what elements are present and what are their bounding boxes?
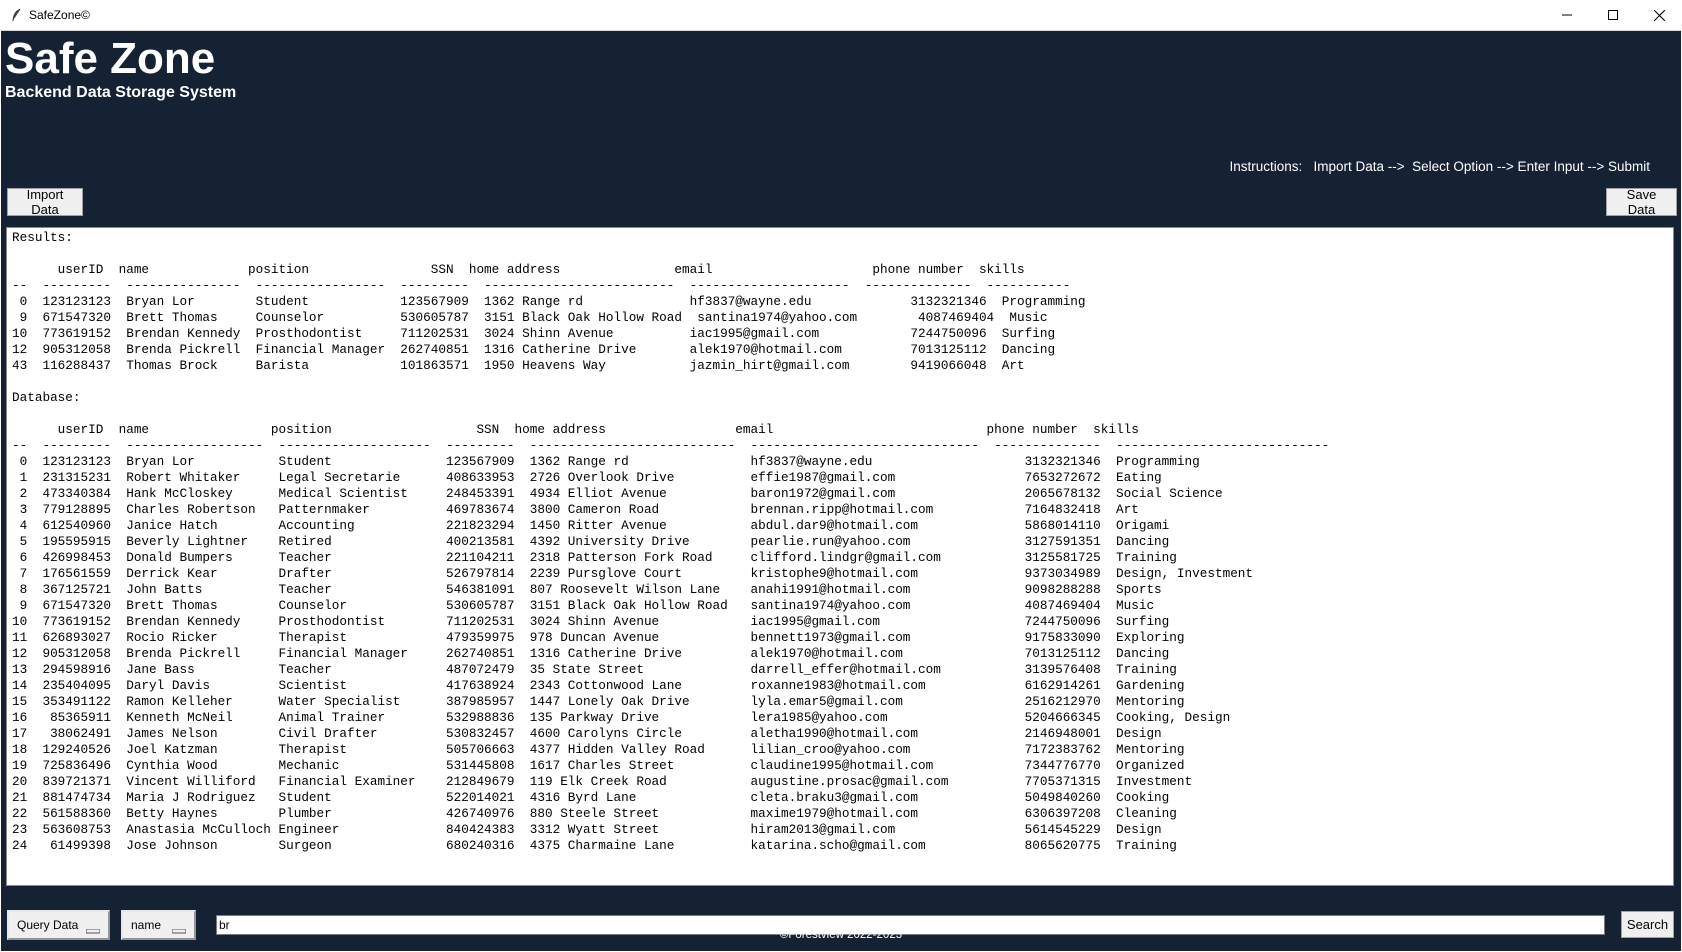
import-data-button[interactable]: Import Data bbox=[7, 187, 83, 217]
maximize-icon[interactable] bbox=[1590, 0, 1636, 30]
app-window: Safe Zone Backend Data Storage System In… bbox=[1, 31, 1681, 951]
close-icon[interactable] bbox=[1636, 0, 1682, 30]
feather-icon bbox=[11, 7, 25, 23]
app-title: Safe Zone bbox=[5, 34, 216, 83]
instructions-text: Instructions: Import Data --> Select Opt… bbox=[1229, 159, 1650, 174]
minimize-icon[interactable] bbox=[1544, 0, 1590, 30]
footer-copyright: ©Forestview 2022-2023 bbox=[779, 929, 903, 941]
app-subtitle: Backend Data Storage System bbox=[5, 84, 237, 101]
results-output-text: Results: userID name position SSN home a… bbox=[12, 230, 1330, 853]
window-title: SafeZone© bbox=[29, 8, 90, 22]
save-data-button[interactable]: Save Data bbox=[1606, 187, 1677, 217]
window-titlebar: SafeZone© bbox=[0, 0, 1682, 31]
results-output-area[interactable]: Results: userID name position SSN home a… bbox=[6, 227, 1674, 886]
